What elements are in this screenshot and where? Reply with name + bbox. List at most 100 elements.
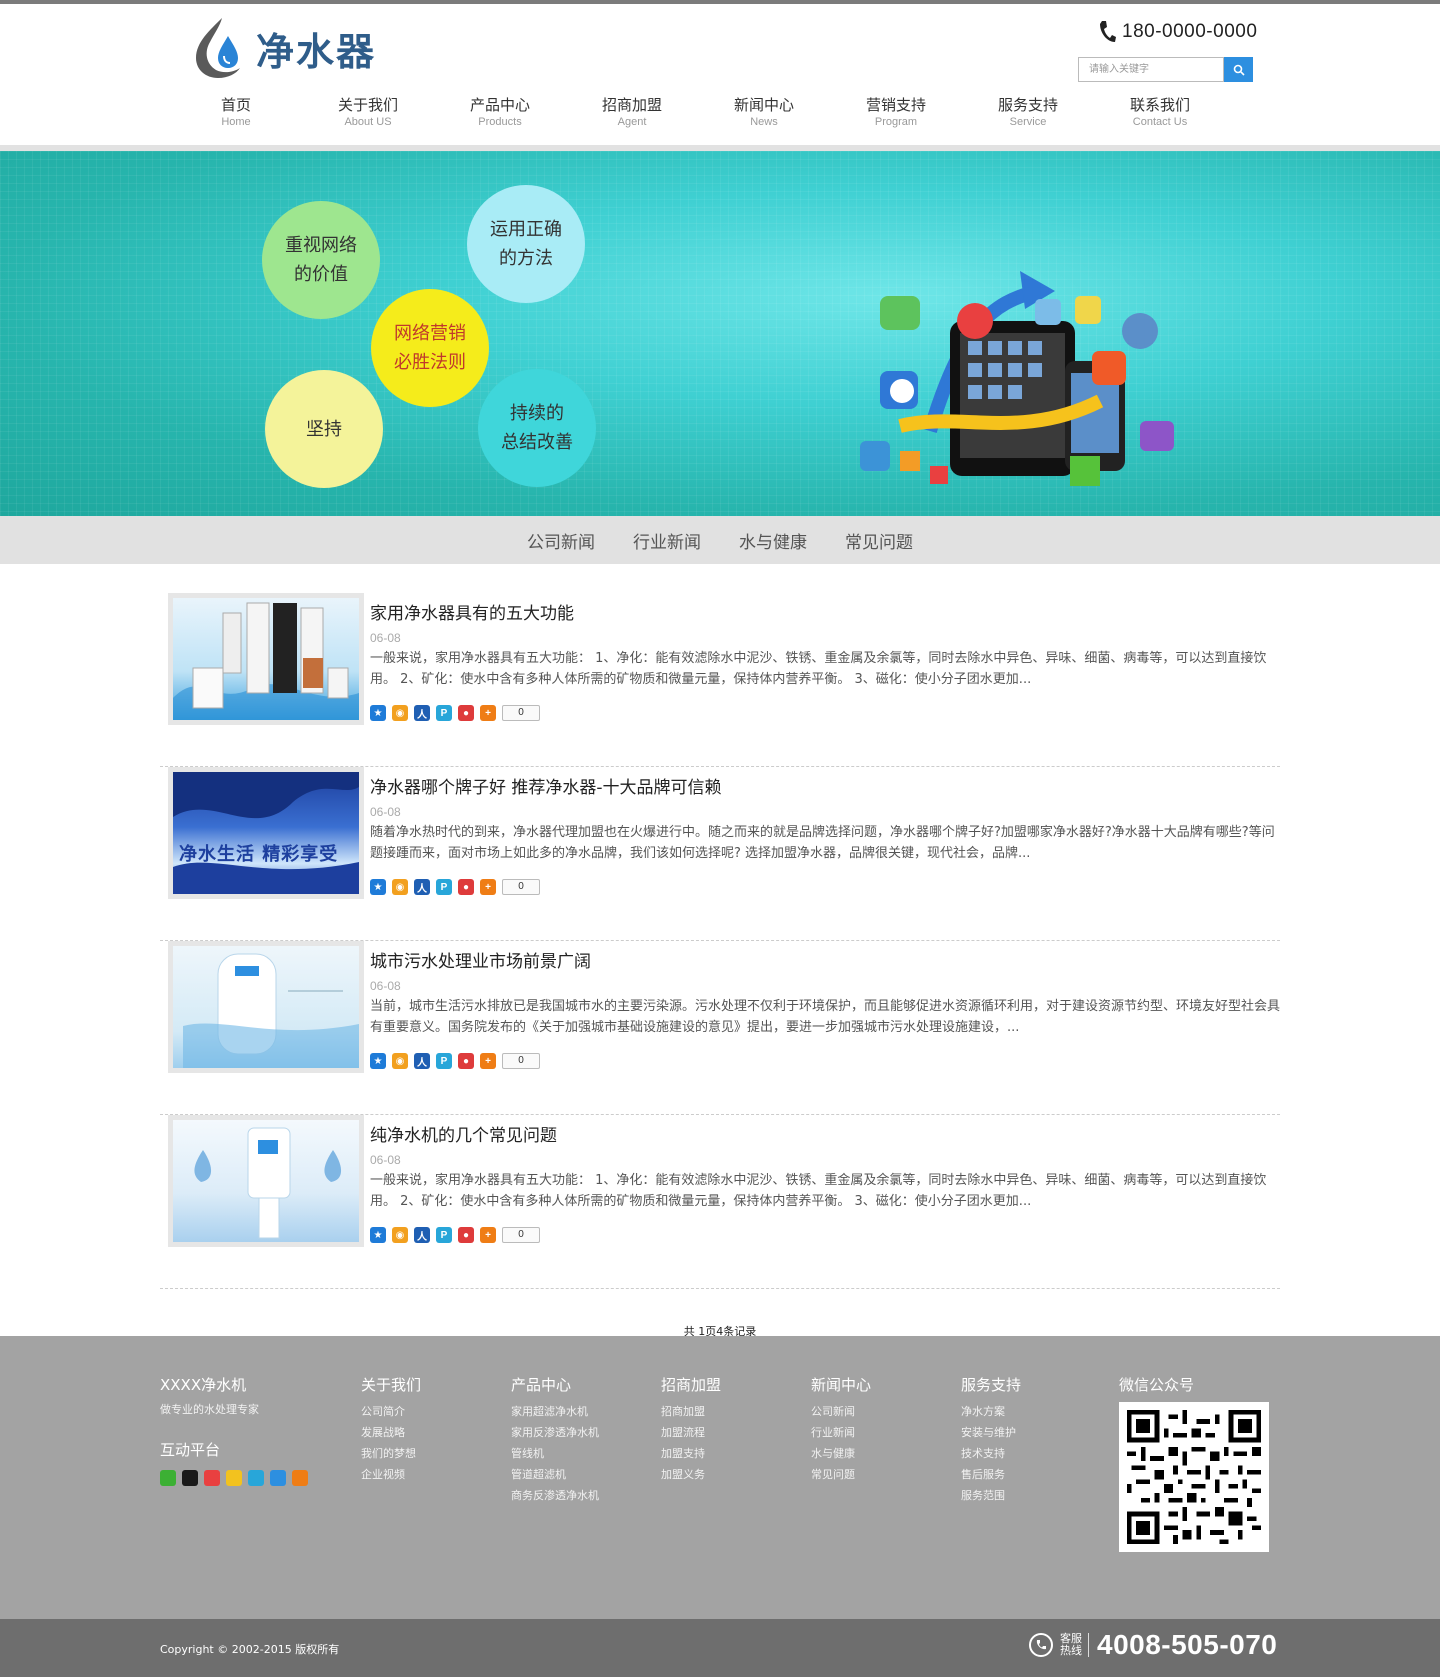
share-count: 0 xyxy=(502,1053,540,1069)
service-hotline: 客服 热线 4008-505-070 xyxy=(1028,1629,1277,1661)
article-thumbnail[interactable]: 净水生活 精彩享受 xyxy=(168,767,364,899)
more-share-icon[interactable]: + xyxy=(480,879,496,895)
weibo-share-icon[interactable]: ◉ xyxy=(392,879,408,895)
article-date: 06-08 xyxy=(370,805,401,819)
article-thumbnail[interactable] xyxy=(168,941,364,1073)
nav-sublabel: Home xyxy=(221,116,251,128)
footer-col-agent: 招商加盟 招商加盟 加盟流程 加盟支持 加盟义务 xyxy=(661,1374,721,1485)
banner-bubble: 重视网络 的价值 xyxy=(262,201,380,319)
nav-item-news[interactable]: 新闻中心 News xyxy=(698,94,830,128)
qzone-share-icon[interactable]: ★ xyxy=(370,1053,386,1069)
article-thumbnail[interactable] xyxy=(168,1115,364,1247)
footer-link[interactable]: 家用超滤净水机 xyxy=(511,1401,599,1422)
footer-link[interactable]: 家用反渗透净水机 xyxy=(511,1422,599,1443)
footer-link[interactable]: 常见问题 xyxy=(811,1464,871,1485)
nav-sublabel: About US xyxy=(344,116,392,128)
nav-item-about[interactable]: 关于我们 About US xyxy=(302,94,434,128)
footer-link[interactable]: 加盟支持 xyxy=(661,1443,721,1464)
thumbnail-image: 净水生活 精彩享受 xyxy=(173,772,359,894)
footer-bottom-bar: Copyright © 2002-2015 版权所有 客服 热线 4008-50… xyxy=(0,1619,1440,1677)
renren-share-icon[interactable]: 人 xyxy=(414,1053,430,1069)
thumbnail-image xyxy=(173,1120,359,1242)
footer-link[interactable]: 招商加盟 xyxy=(661,1401,721,1422)
footer-link[interactable]: 公司新闻 xyxy=(811,1401,871,1422)
search-input[interactable]: 请输入关键字 xyxy=(1078,57,1224,82)
more-share-icon[interactable]: + xyxy=(480,705,496,721)
netease-share-icon[interactable]: ● xyxy=(458,1227,474,1243)
tab-faq[interactable]: 常见问题 xyxy=(845,528,913,553)
footer-col-title: 招商加盟 xyxy=(661,1376,722,1394)
qzone-share-icon[interactable]: ★ xyxy=(370,1227,386,1243)
banner-bubble: 网络营销 必胜法则 xyxy=(371,289,489,407)
footer-link[interactable]: 发展战略 xyxy=(361,1422,421,1443)
footer-link[interactable]: 技术支持 xyxy=(961,1443,1021,1464)
article-date: 06-08 xyxy=(370,631,401,645)
renren-share-icon[interactable]: 人 xyxy=(414,879,430,895)
more-share-icon[interactable]: + xyxy=(480,1227,496,1243)
netease-share-icon[interactable]: ● xyxy=(458,1053,474,1069)
renren-share-icon[interactable]: 人 xyxy=(414,705,430,721)
tencent-weibo-icon[interactable] xyxy=(248,1470,264,1486)
qzone-icon[interactable] xyxy=(226,1470,242,1486)
netease-share-icon[interactable]: ● xyxy=(458,879,474,895)
tencent-weibo-share-icon[interactable]: P xyxy=(436,1053,452,1069)
wechat-icon[interactable] xyxy=(160,1470,176,1486)
nav-item-agent[interactable]: 招商加盟 Agent xyxy=(566,94,698,128)
article-title[interactable]: 纯净水机的几个常见问题 xyxy=(370,1121,557,1146)
nav-label: 产品中心 xyxy=(469,96,530,114)
footer-link[interactable]: 管道超滤机 xyxy=(511,1464,599,1485)
more-icon[interactable] xyxy=(292,1470,308,1486)
footer-link[interactable]: 企业视频 xyxy=(361,1464,421,1485)
footer-link[interactable]: 管线机 xyxy=(511,1443,599,1464)
article-title[interactable]: 家用净水器具有的五大功能 xyxy=(370,599,574,624)
tab-industry-news[interactable]: 行业新闻 xyxy=(633,528,701,553)
nav-item-program[interactable]: 营销支持 Program xyxy=(830,94,962,128)
footer-link[interactable]: 水与健康 xyxy=(811,1443,871,1464)
site-logo[interactable]: 净水器 xyxy=(188,16,376,80)
article-thumbnail[interactable] xyxy=(168,593,364,725)
footer-link[interactable]: 公司简介 xyxy=(361,1401,421,1422)
tencent-icon[interactable] xyxy=(270,1470,286,1486)
footer-wechat: 微信公众号 xyxy=(1119,1374,1194,1401)
footer-link[interactable]: 售后服务 xyxy=(961,1464,1021,1485)
weibo-share-icon[interactable]: ◉ xyxy=(392,705,408,721)
weibo-share-icon[interactable]: ◉ xyxy=(392,1053,408,1069)
article-title[interactable]: 城市污水处理业市场前景广阔 xyxy=(370,947,591,972)
footer-link[interactable]: 商务反渗透净水机 xyxy=(511,1485,599,1506)
nav-item-home[interactable]: 首页 Home xyxy=(170,94,302,128)
footer-link[interactable]: 行业新闻 xyxy=(811,1422,871,1443)
footer-link[interactable]: 服务范围 xyxy=(961,1485,1021,1506)
nav-label: 关于我们 xyxy=(337,96,398,114)
site-footer: XXXX净水机 做专业的水处理专家 互动平台 关于我们 公司简介 发展战略 我们… xyxy=(0,1336,1440,1619)
qq-icon[interactable] xyxy=(182,1470,198,1486)
netease-share-icon[interactable]: ● xyxy=(458,705,474,721)
qzone-share-icon[interactable]: ★ xyxy=(370,879,386,895)
tab-company-news[interactable]: 公司新闻 xyxy=(527,528,595,553)
footer-link[interactable]: 加盟流程 xyxy=(661,1422,721,1443)
footer-link[interactable]: 净水方案 xyxy=(961,1401,1021,1422)
nav-label: 营销支持 xyxy=(865,96,926,114)
search-button[interactable] xyxy=(1224,57,1253,82)
renren-share-icon[interactable]: 人 xyxy=(414,1227,430,1243)
thumbnail-image xyxy=(173,598,359,720)
nav-item-products[interactable]: 产品中心 Products xyxy=(434,94,566,128)
footer-col-about: 关于我们 公司简介 发展战略 我们的梦想 企业视频 xyxy=(361,1374,421,1485)
footer-link[interactable]: 加盟义务 xyxy=(661,1464,721,1485)
more-share-icon[interactable]: + xyxy=(480,1053,496,1069)
footer-link[interactable]: 安装与维护 xyxy=(961,1422,1021,1443)
weibo-share-icon[interactable]: ◉ xyxy=(392,1227,408,1243)
nav-label: 新闻中心 xyxy=(733,96,794,114)
tab-water-health[interactable]: 水与健康 xyxy=(739,528,807,553)
nav-item-contact[interactable]: 联系我们 Contact Us xyxy=(1094,94,1226,128)
tencent-weibo-share-icon[interactable]: P xyxy=(436,879,452,895)
phone-icon xyxy=(1100,21,1116,42)
thumbnail-image xyxy=(173,946,359,1068)
weibo-icon[interactable] xyxy=(204,1470,220,1486)
footer-link[interactable]: 我们的梦想 xyxy=(361,1443,421,1464)
qzone-share-icon[interactable]: ★ xyxy=(370,705,386,721)
tencent-weibo-share-icon[interactable]: P xyxy=(436,705,452,721)
article-title[interactable]: 净水器哪个牌子好 推荐净水器-十大品牌可信赖 xyxy=(370,773,722,798)
nav-item-service[interactable]: 服务支持 Service xyxy=(962,94,1094,128)
tencent-weibo-share-icon[interactable]: P xyxy=(436,1227,452,1243)
hotline-number[interactable]: 4008-505-070 xyxy=(1097,1629,1277,1661)
